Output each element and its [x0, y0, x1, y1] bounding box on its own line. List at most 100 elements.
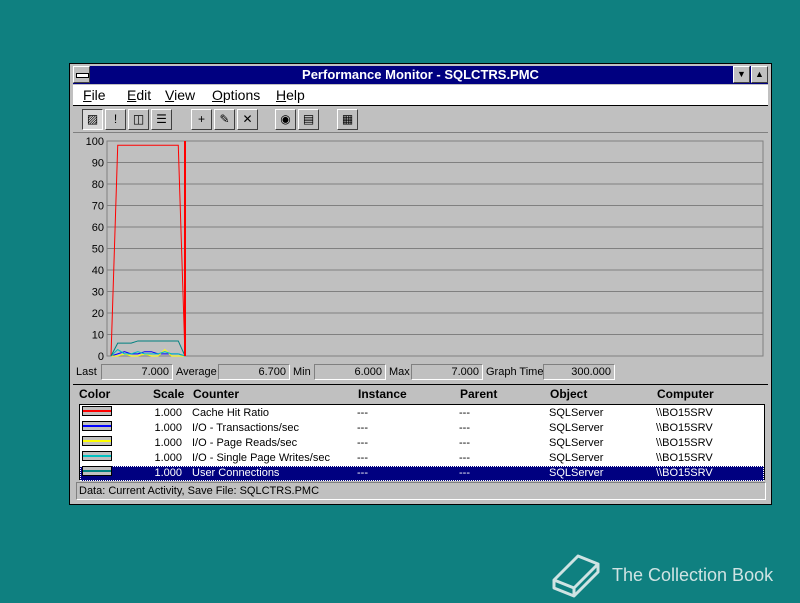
legend-computer: \\BO15SRV — [656, 422, 713, 434]
brand-watermark: The Collection Book — [548, 550, 788, 598]
log-view-icon: ◫ — [132, 112, 145, 126]
legend-row[interactable]: 1.000 Cache Hit Ratio --- --- SQLServer \\BO1… — [80, 406, 764, 421]
options-button[interactable]: ▦ — [337, 109, 358, 130]
menu-file-text: ile — [91, 87, 106, 103]
menu-bar: File Edit View Options Help — [73, 85, 768, 106]
max-label: Max — [389, 366, 410, 378]
minimize-button[interactable]: ▼ — [733, 66, 750, 83]
menu-view-text: iew — [174, 87, 196, 103]
menu-edit-text: dit — [136, 87, 152, 103]
report-view-button[interactable]: ☰ — [151, 109, 172, 130]
legend-counter: User Connections — [192, 467, 280, 479]
y-tick-label: 10 — [92, 330, 104, 342]
col-scale: Scale — [153, 387, 185, 401]
menu-view[interactable]: View — [165, 86, 195, 104]
col-object: Object — [550, 387, 588, 401]
legend-scale: 1.000 — [154, 467, 182, 479]
y-tick-label: 60 — [92, 222, 104, 234]
snapshot-icon: ◉ — [280, 112, 291, 126]
y-tick-label: 0 — [98, 351, 104, 363]
graph-time-label: Graph Time — [486, 366, 544, 378]
performance-chart: 1009080706050403020100 — [86, 136, 764, 363]
delete-counter-button[interactable]: ✕ — [237, 109, 258, 130]
edit-counter-icon: ✎ — [219, 112, 230, 126]
menu-help-mnemonic: H — [276, 87, 287, 103]
menu-options[interactable]: Options — [212, 86, 260, 104]
book-icon — [552, 554, 600, 598]
window-title: Performance Monitor - SQLCTRS.PMC — [302, 67, 539, 82]
legend-parent: --- — [459, 422, 470, 434]
alert-view-icon: ! — [113, 112, 118, 126]
y-tick-label: 50 — [92, 244, 104, 256]
legend-parent: --- — [459, 467, 470, 479]
legend-row[interactable]: 1.000 I/O - Single Page Writes/sec --- --- S… — [80, 451, 764, 466]
y-tick-label: 100 — [86, 136, 104, 148]
legend-row[interactable]: 1.000 I/O - Transactions/sec --- --- SQLServ… — [80, 421, 764, 436]
legend-color-swatch — [82, 421, 112, 431]
legend-instance: --- — [357, 467, 368, 479]
legend-object: SQLServer — [549, 467, 604, 479]
legend-counter: I/O - Transactions/sec — [192, 422, 299, 434]
menu-edit-mnemonic: E — [127, 87, 137, 103]
y-tick-label: 80 — [92, 179, 104, 191]
legend-header: Color Scale Counter Instance Parent Obje… — [73, 384, 768, 403]
col-counter: Counter — [193, 387, 239, 401]
legend-instance: --- — [357, 407, 368, 419]
chart-view-icon: ▨ — [86, 112, 99, 126]
brand-text: The Collection Book — [612, 565, 774, 585]
legend-color-swatch — [82, 436, 112, 446]
performance-monitor-window: Performance Monitor - SQLCTRS.PMC ▼ ▲ Fi… — [69, 63, 772, 505]
legend-object: SQLServer — [549, 452, 604, 464]
legend-instance: --- — [357, 437, 368, 449]
chart-area: 100 90 80 70 60 50 40 30 20 10 0 — [73, 134, 768, 364]
title-bar[interactable]: Performance Monitor - SQLCTRS.PMC ▼ ▲ — [73, 66, 768, 84]
col-instance: Instance — [358, 387, 407, 401]
legend-counter: Cache Hit Ratio — [192, 407, 270, 419]
status-bar: Data: Current Activity, Save File: SQLCT… — [76, 482, 766, 500]
y-tick-label: 20 — [92, 308, 104, 320]
maximize-icon: ▲ — [755, 69, 764, 79]
menu-edit[interactable]: Edit — [127, 86, 151, 104]
menu-file[interactable]: File — [83, 86, 106, 104]
legend-computer: \\BO15SRV — [656, 437, 713, 449]
y-tick-label: 70 — [92, 201, 104, 213]
legend-row[interactable]: 1.000 User Connections --- --- SQLServer \\BO… — [80, 466, 764, 481]
options-icon: ▦ — [341, 112, 354, 126]
legend-color-swatch — [82, 451, 112, 461]
snapshot-button[interactable]: ◉ — [275, 109, 296, 130]
legend-row[interactable]: 1.000 I/O - Page Reads/sec --- --- SQLServer… — [80, 436, 764, 451]
delete-counter-icon: ✕ — [242, 112, 253, 126]
legend-parent: --- — [459, 452, 470, 464]
add-counter-button[interactable]: + — [191, 109, 212, 130]
legend-computer: \\BO15SRV — [656, 452, 713, 464]
menu-help[interactable]: Help — [276, 86, 305, 104]
last-label: Last — [76, 366, 97, 378]
maximize-button[interactable]: ▲ — [751, 66, 768, 83]
legend-scale: 1.000 — [154, 407, 182, 419]
alert-view-button[interactable]: ! — [105, 109, 126, 130]
min-value: 6.000 — [314, 364, 386, 380]
y-tick-label: 40 — [92, 265, 104, 277]
bookmark-button[interactable]: ▤ — [298, 109, 319, 130]
y-tick-label: 30 — [92, 287, 104, 299]
col-color: Color — [79, 387, 111, 401]
col-parent: Parent — [460, 387, 498, 401]
legend-counter: I/O - Page Reads/sec — [192, 437, 298, 449]
average-value: 6.700 — [218, 364, 290, 380]
legend-computer: \\BO15SRV — [656, 407, 713, 419]
legend-object: SQLServer — [549, 422, 604, 434]
legend-computer: \\BO15SRV — [656, 467, 713, 479]
legend-list[interactable]: 1.000 Cache Hit Ratio --- --- SQLServer \\BO1… — [79, 404, 765, 481]
toolbar: ▨! ◫ ☰ + ✎ ✕ ◉ ▤ ▦ — [73, 106, 768, 133]
max-value: 7.000 — [411, 364, 483, 380]
edit-counter-button[interactable]: ✎ — [214, 109, 235, 130]
legend-color-swatch — [82, 406, 112, 416]
bookmark-icon: ▤ — [302, 112, 315, 126]
legend-scale: 1.000 — [154, 452, 182, 464]
add-counter-icon: + — [197, 112, 205, 126]
legend-object: SQLServer — [549, 407, 604, 419]
chart-view-button[interactable]: ▨ — [82, 109, 103, 130]
log-view-button[interactable]: ◫ — [128, 109, 149, 130]
legend-parent: --- — [459, 407, 470, 419]
legend-instance: --- — [357, 452, 368, 464]
